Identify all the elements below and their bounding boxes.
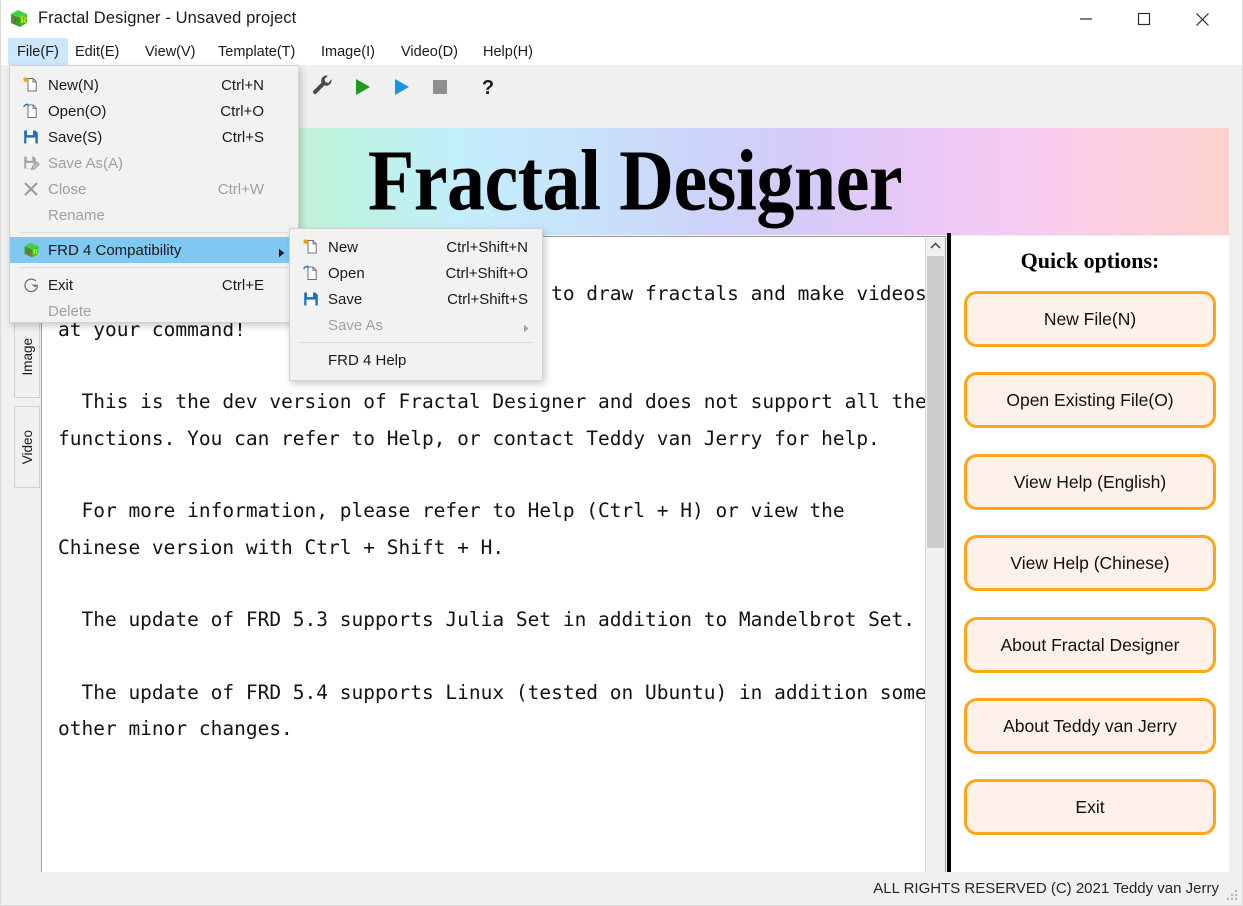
open-file-icon [298,260,324,286]
menu-template[interactable]: Template(T) [209,38,304,65]
quick-about-app-button[interactable]: About Fractal Designer [964,617,1216,673]
submenu-item-open-accel: Ctrl+Shift+O [445,264,528,282]
menu-item-new-label: New(N) [48,76,99,94]
close-icon[interactable] [1179,0,1225,38]
copyright-label: ALL RIGHTS RESERVED (C) 2021 Teddy van J… [873,880,1219,897]
submenu-item-new[interactable]: New Ctrl+Shift+N [290,234,542,260]
svg-text:R: R [32,246,38,255]
menu-item-exit[interactable]: Exit Ctrl+E [10,272,298,298]
save-disk-icon [18,124,44,150]
quick-help-chinese-button[interactable]: View Help (Chinese) [964,535,1216,591]
minimize-icon[interactable] [1063,0,1109,38]
menu-item-close-label: Close [48,180,87,198]
menu-item-exit-label: Exit [48,276,74,294]
menu-item-close-accel: Ctrl+W [217,180,264,198]
resize-grip[interactable] [1226,890,1239,903]
quick-exit-button[interactable]: Exit [964,779,1216,835]
menu-help[interactable]: Help(H) [474,38,542,65]
quick-about-author-button[interactable]: About Teddy van Jerry [964,698,1216,754]
menu-item-delete[interactable]: Delete [10,298,298,324]
quick-open-existing-button[interactable]: Open Existing File(O) [964,372,1216,428]
menu-item-save[interactable]: Save(S) Ctrl+S [10,124,298,150]
submenu-item-new-label: New [328,238,359,256]
scrollbar-thumb[interactable] [927,256,944,548]
menu-separator-1 [20,232,288,233]
submenu-item-save[interactable]: Save Ctrl+Shift+S [290,286,542,312]
menu-item-open-accel: Ctrl+O [220,102,264,120]
menu-item-open-label: Open(O) [48,102,107,120]
side-tab-video[interactable]: Video [14,406,40,488]
title-bar: F R Fractal Designer - Unsaved project [0,0,1243,39]
menu-bar: File(F) Edit(E) View(V) Template(T) Imag… [0,38,1243,66]
side-tab-video-label: Video [19,429,35,465]
side-tab-image[interactable]: Image [14,316,40,398]
menu-view[interactable]: View(V) [136,38,205,65]
vertical-scrollbar[interactable] [925,236,946,906]
application-window: F R Fractal Designer - Unsaved project F… [0,0,1243,906]
quick-new-file-button[interactable]: New File(N) [964,291,1216,347]
menu-file[interactable]: File(F) [8,38,68,65]
menu-separator-2 [20,267,288,268]
submenu-item-frd4-help-label: FRD 4 Help [328,351,407,369]
preview-blue-play-icon[interactable] [386,72,416,102]
side-tab-strip: Image Video [14,236,40,906]
menu-item-new-accel: Ctrl+N [221,76,264,94]
menu-item-close[interactable]: Close Ctrl+W [10,176,298,202]
menu-item-rename[interactable]: Rename [10,202,298,228]
submenu-item-save-as[interactable]: Save As [290,312,542,338]
submenu-item-frd4-help[interactable]: FRD 4 Help [290,347,542,373]
status-bar: https://blog.csdn.net/weixin_50012998 AL… [0,872,1243,906]
submenu-item-open-label: Open [328,264,365,282]
stop-square-icon[interactable] [425,72,455,102]
menu-item-save-as[interactable]: Save As(A) [10,150,298,176]
help-question-icon[interactable]: ? [473,72,503,102]
svg-text:F: F [26,247,31,256]
quick-options-panel: Quick options: New File(N) Open Existing… [951,236,1229,906]
file-dropdown-menu: New(N) Ctrl+N Open(O) Ctrl+O Save(S) Ctr… [9,65,299,323]
save-disk-icon [298,286,324,312]
frd4-submenu: New Ctrl+Shift+N Open Ctrl+Shift+O Save … [289,228,543,381]
maximize-icon[interactable] [1121,0,1167,38]
submenu-item-open[interactable]: Open Ctrl+Shift+O [290,260,542,286]
svg-text:F: F [14,16,20,26]
fractal-cube-icon: F R [8,8,30,30]
menu-item-rename-label: Rename [48,206,105,224]
svg-text:R: R [21,15,28,25]
menu-item-exit-accel: Ctrl+E [221,276,264,294]
window-title: Fractal Designer - Unsaved project [38,9,297,27]
menu-item-save-as-label: Save As(A) [48,154,124,172]
menu-item-frd4-compatibility-label: FRD 4 Compatibility [48,241,182,259]
menu-item-frd4-compatibility[interactable]: F R FRD 4 Compatibility [10,237,298,263]
submenu-item-new-accel: Ctrl+Shift+N [446,238,528,256]
close-x-icon [18,176,44,202]
submenu-item-save-accel: Ctrl+Shift+S [447,290,528,308]
menu-image[interactable]: Image(I) [312,38,384,65]
chevron-right-icon [523,320,530,337]
new-file-icon [18,72,44,98]
settings-wrench-icon[interactable] [308,72,338,102]
chevron-up-icon[interactable] [926,237,945,255]
save-as-icon [18,150,44,176]
quick-help-english-button[interactable]: View Help (English) [964,454,1216,510]
menu-item-open[interactable]: Open(O) Ctrl+O [10,98,298,124]
fractal-cube-icon: F R [18,237,44,263]
menu-item-new[interactable]: New(N) Ctrl+N [10,72,298,98]
exit-arrow-icon [18,272,44,298]
menu-edit[interactable]: Edit(E) [66,38,128,65]
submenu-separator [300,342,532,343]
svg-text:?: ? [482,77,494,98]
quick-options-title: Quick options: [1020,248,1160,273]
menu-item-save-label: Save(S) [48,128,103,146]
chevron-right-icon [278,245,286,262]
menu-item-save-accel: Ctrl+S [221,128,264,146]
run-green-play-icon[interactable] [347,72,377,102]
menu-item-delete-label: Delete [48,302,92,320]
side-tab-image-label: Image [19,338,35,376]
submenu-item-save-as-label: Save As [328,316,384,334]
window-edge-left [0,0,1,906]
new-file-icon [298,234,324,260]
open-file-icon [18,98,44,124]
submenu-item-save-label: Save [328,290,363,308]
menu-video[interactable]: Video(D) [392,38,467,65]
